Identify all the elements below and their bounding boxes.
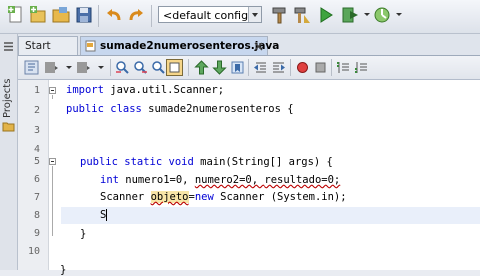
find-selection-icon[interactable] (150, 60, 165, 75)
code-text: numero1=0, (118, 174, 195, 186)
code-line-5: public static void main(String[] args) { (80, 156, 333, 168)
editor-toolbar (18, 56, 480, 80)
previous-bookmark-icon[interactable] (194, 60, 209, 75)
code-text: sumade2numerosenteros { (141, 103, 294, 115)
profile-icon[interactable] (372, 5, 392, 25)
redo-icon[interactable] (126, 5, 146, 25)
line-number: 7 (33, 192, 40, 203)
tab-label: sumade2numerosenteros.java (100, 40, 280, 52)
text-caret (106, 209, 108, 221)
chevron-down-icon[interactable] (392, 5, 412, 25)
start-macro-recording-icon[interactable] (295, 60, 310, 75)
uncomment-icon[interactable] (354, 60, 369, 75)
code-editor[interactable]: 1 2 3 4 5 6 7 8 9 10 import java.util.Sc… (18, 80, 480, 276)
keyword: int (100, 174, 119, 186)
code-text: Scanner (100, 191, 151, 203)
toolbar-separator (331, 59, 332, 76)
code-text: main(String[] args) { (193, 156, 333, 168)
line-number: 5 (33, 156, 40, 167)
line-number: 6 (33, 174, 40, 185)
warning-underlined-text: numero2=0, (194, 174, 265, 186)
keyword: import (66, 84, 104, 96)
line-number: 8 (33, 210, 40, 221)
code-line-7: Scanner objeto=new Scanner (System.in); (100, 191, 347, 203)
toolbar-separator (188, 59, 189, 76)
line-number: 3 (33, 125, 40, 136)
chevron-down-icon[interactable] (94, 60, 109, 75)
configuration-dropdown[interactable]: <default config> (158, 6, 262, 23)
shift-left-icon[interactable] (253, 60, 268, 75)
close-icon[interactable] (254, 42, 263, 51)
fold-guide (52, 95, 53, 99)
clean-build-icon[interactable] (292, 5, 312, 25)
code-line-9: } (80, 228, 86, 240)
new-file-icon[interactable] (6, 5, 26, 25)
highlighted-identifier: objeto (150, 191, 189, 203)
stop-macro-recording-icon[interactable] (313, 60, 328, 75)
debug-icon[interactable] (340, 5, 360, 25)
run-icon[interactable] (316, 5, 336, 25)
code-line-1: import java.util.Scanner; (66, 84, 224, 96)
new-project-icon[interactable] (28, 5, 48, 25)
line-number: 10 (27, 246, 40, 257)
comment-icon[interactable] (336, 60, 351, 75)
code-line-8: S (100, 209, 108, 221)
find-next-icon[interactable] (133, 60, 148, 75)
last-edit-icon[interactable] (44, 60, 59, 75)
undo-icon[interactable] (104, 5, 124, 25)
fold-toggle[interactable] (49, 87, 56, 94)
line-number: 4 (33, 144, 40, 155)
toolbar-separator (290, 59, 291, 76)
toggle-bookmark-icon[interactable] (230, 60, 245, 75)
find-previous-icon[interactable] (115, 60, 130, 75)
current-line-highlight (61, 207, 480, 224)
open-project-icon[interactable] (51, 5, 71, 25)
build-hammer-icon[interactable] (270, 5, 290, 25)
java-file-icon (85, 40, 96, 52)
code-text: java.util.Scanner; (103, 84, 225, 96)
menu-icon[interactable] (2, 40, 15, 53)
code-line-2: public class sumade2numerosenteros { (66, 103, 294, 115)
toolbar-separator (248, 59, 249, 76)
editor-tabs: Start Page sumade2numerosenteros.java (18, 34, 480, 71)
source-history-icon[interactable] (24, 60, 39, 75)
code-line-6: int numero1=0, numero2=0, resultado=0; (100, 174, 340, 186)
fold-guide (52, 166, 53, 236)
warning-underlined-text: resultado=0; (264, 174, 341, 186)
keyword: new (194, 191, 214, 203)
toolbar-separator (151, 5, 152, 27)
forward-icon[interactable] (76, 60, 91, 75)
shift-right-icon[interactable] (271, 60, 286, 75)
code-text: } (80, 228, 87, 240)
line-number-gutter: 1 2 3 4 5 6 7 8 9 10 (18, 80, 49, 270)
configuration-value: <default config> (163, 9, 258, 22)
line-number: 2 (33, 105, 40, 116)
line-number: 1 (33, 85, 40, 96)
line-number: 9 (33, 228, 40, 239)
main-toolbar: <default config> (0, 0, 480, 34)
code-line-11: } (60, 264, 66, 276)
keyword: public static void (80, 156, 194, 168)
tab-start-page[interactable]: Start Page (18, 36, 78, 71)
toggle-highlight-search-icon[interactable] (166, 59, 183, 76)
chevron-down-icon[interactable] (62, 60, 77, 75)
next-bookmark-icon[interactable] (212, 60, 227, 75)
chevron-down-icon (248, 7, 261, 22)
projects-tab[interactable]: Projects (2, 79, 13, 118)
projects-sidebar: Projects (0, 34, 18, 270)
code-text: Scanner (System.in); (213, 191, 347, 203)
toolbar-separator (98, 5, 99, 27)
save-all-icon[interactable] (74, 5, 94, 25)
toolbar-separator (110, 59, 111, 76)
tab-sumade2numerosenteros[interactable]: sumade2numerosenteros.java (80, 36, 279, 55)
fold-toggle[interactable] (49, 158, 56, 165)
code-text: } (60, 264, 67, 276)
keyword: public class (66, 103, 142, 115)
folder-icon[interactable] (2, 120, 15, 133)
